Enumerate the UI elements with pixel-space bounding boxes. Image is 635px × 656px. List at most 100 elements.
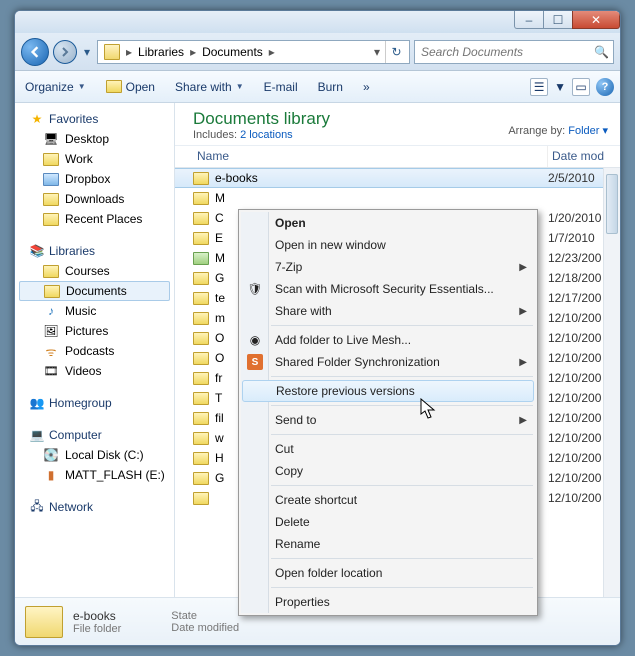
breadcrumb-dropdown[interactable]: ▾ [369,41,385,63]
folder-icon [43,153,59,166]
music-icon: ♪ [43,303,59,319]
menu-item[interactable]: Open folder location [241,562,535,584]
sidebar-item-videos[interactable]: 🎞Videos [15,361,174,381]
folder-icon [193,232,209,245]
menu-item[interactable]: Copy [241,460,535,482]
scrollbar-thumb[interactable] [606,174,618,234]
column-name[interactable]: Name [193,146,548,167]
vertical-scrollbar[interactable] [603,168,620,597]
menu-item[interactable]: Delete [241,511,535,533]
share-with-button[interactable]: Share with▼ [171,78,248,96]
folder-icon [193,412,209,425]
status-item-name: e-books [73,609,121,623]
pictures-icon: 🖼 [43,323,59,339]
view-mode-button[interactable]: ☰ [530,78,548,96]
more-button[interactable]: » [359,78,374,96]
burn-button[interactable]: Burn [314,78,347,96]
close-button[interactable]: ✕ [572,11,620,29]
sidebar-item-local-disk[interactable]: 💽Local Disk (C:) [15,445,174,465]
column-date[interactable]: Date mod [548,146,620,167]
refresh-button[interactable]: ↻ [385,41,407,63]
file-row[interactable]: M [175,188,620,208]
menu-separator [271,405,533,406]
view-mode-dropdown[interactable]: ▼ [554,80,566,94]
folder-icon [193,392,209,405]
file-name: M [215,191,548,205]
menu-item-label: Open in new window [275,238,386,252]
submenu-arrow-icon: ▶ [519,262,527,273]
column-headers[interactable]: Name Date mod [175,146,620,168]
podcast-icon: ᯤ [43,343,59,359]
sidebar-item-documents[interactable]: Documents [19,281,170,301]
menu-item[interactable]: S Shared Folder Synchronization ▶ [241,351,535,373]
status-state-label: State [171,610,239,622]
submenu-arrow-icon: ▶ [519,357,527,368]
star-icon: ★ [29,111,45,127]
menu-item[interactable]: 7-Zip▶ [241,256,535,278]
menu-item[interactable]: Create shortcut [241,489,535,511]
sidebar-libraries-header[interactable]: 📚Libraries [15,241,174,261]
menu-item-label: Shared Folder Synchronization [275,355,440,369]
menu-item[interactable]: Rename [241,533,535,555]
forward-button[interactable] [53,40,77,64]
sidebar-item-desktop[interactable]: 🖥Desktop [15,129,174,149]
menu-item[interactable]: Open [241,212,535,234]
menu-item[interactable]: Share with▶ [241,300,535,322]
sidebar-item-courses[interactable]: Courses [15,261,174,281]
search-box[interactable]: 🔍 [414,40,614,64]
maximize-button[interactable]: ☐ [543,11,573,29]
sidebar-item-dropbox[interactable]: Dropbox [15,169,174,189]
arrange-by-dropdown[interactable]: Folder ▾ [568,125,608,137]
menu-item-icon: S [247,354,263,370]
sidebar-computer-header[interactable]: 💻Computer [15,425,174,445]
sidebar-item-pictures[interactable]: 🖼Pictures [15,321,174,341]
open-button[interactable]: Open [102,78,159,96]
menu-item-label: Create shortcut [275,493,357,507]
menu-item[interactable]: Restore previous versions [242,380,534,402]
menu-item[interactable]: Cut [241,438,535,460]
breadcrumb-documents[interactable]: Documents [198,41,267,63]
sidebar-item-work[interactable]: Work [15,149,174,169]
chevron-right-icon[interactable]: ▸ [267,45,277,59]
minimize-button[interactable]: – [514,11,544,29]
folder-icon [193,312,209,325]
application-icon [193,252,209,265]
sidebar-favorites-header[interactable]: ★Favorites [15,109,174,129]
menu-item[interactable]: Send to▶ [241,409,535,431]
menu-item[interactable]: Open in new window [241,234,535,256]
menu-item[interactable]: Properties [241,591,535,613]
folder-icon [193,492,209,505]
desktop-icon: 🖥 [43,131,59,147]
breadcrumb-libraries[interactable]: Libraries [134,41,188,63]
help-button[interactable]: ? [596,78,614,96]
sidebar-item-music[interactable]: ♪Music [15,301,174,321]
sidebar-item-downloads[interactable]: Downloads [15,189,174,209]
sidebar-item-podcasts[interactable]: ᯤPodcasts [15,341,174,361]
folder-icon [193,472,209,485]
file-row[interactable]: e-books2/5/2010 [175,168,620,188]
status-date-label: Date modified [171,622,239,634]
menu-separator [271,376,533,377]
sidebar-item-flash-drive[interactable]: ▮MATT_FLASH (E:) [15,465,174,485]
menu-separator [271,434,533,435]
chevron-right-icon[interactable]: ▸ [124,45,134,59]
menu-item[interactable]: ◉Add folder to Live Mesh... [241,329,535,351]
back-button[interactable] [21,38,49,66]
chevron-right-icon[interactable]: ▸ [188,45,198,59]
menu-item[interactable]: 🛡Scan with Microsoft Security Essentials… [241,278,535,300]
sidebar-item-recent-places[interactable]: Recent Places [15,209,174,229]
preview-pane-button[interactable]: ▭ [572,78,590,96]
file-name: e-books [215,171,548,185]
email-button[interactable]: E-mail [260,78,302,96]
sidebar-homegroup-header[interactable]: 👥Homegroup [15,393,174,413]
breadcrumb[interactable]: ▸ Libraries ▸ Documents ▸ ▾ ↻ [97,40,410,64]
sidebar-network-header[interactable]: 🖧Network [15,497,174,517]
videos-icon: 🎞 [43,363,59,379]
homegroup-icon: 👥 [29,395,45,411]
menu-item-label: Rename [275,537,320,551]
folder-icon [193,452,209,465]
organize-button[interactable]: Organize▼ [21,78,90,96]
nav-history-dropdown[interactable]: ▾ [81,42,93,62]
search-input[interactable] [419,44,594,60]
includes-link[interactable]: 2 locations [240,129,293,141]
